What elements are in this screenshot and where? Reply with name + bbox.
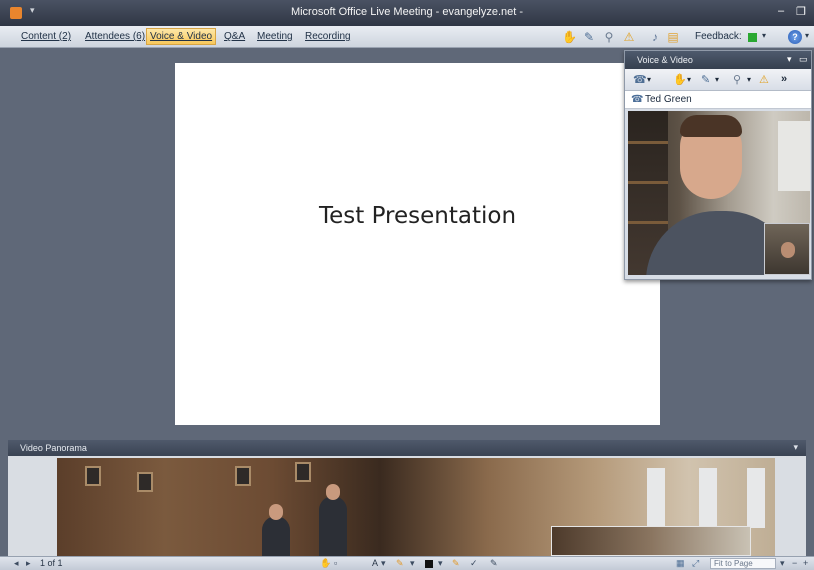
speaker-icon[interactable]: ♪ (648, 30, 662, 44)
text-tool-dropdown-icon[interactable]: ▾ (381, 558, 386, 569)
feedback-dropdown-icon[interactable]: ▾ (762, 31, 766, 40)
shape-tool-icon[interactable]: ✓ (470, 558, 478, 569)
thumbnail-view-icon[interactable]: ▦ (676, 558, 685, 569)
status-bar: ◂ ▸ 1 of 1 ✋ ▫ A ▾ ✎ ▾ ▾ ✎ ✓ ✎ ▦ ⤢ Fit t… (0, 556, 814, 570)
self-view-thumbnail[interactable] (764, 223, 810, 275)
feedback-label: Feedback: (695, 31, 742, 42)
pointer-tool-icon[interactable]: ✋ (320, 558, 331, 569)
menu-meeting[interactable]: Meeting (254, 30, 296, 43)
panorama-video-feed[interactable] (57, 458, 775, 556)
handset-icon: ☎ (631, 94, 644, 105)
video-panorama-title: Video Panorama (20, 443, 87, 453)
minimize-button[interactable]: – (778, 5, 784, 17)
menu-recording[interactable]: Recording (302, 30, 354, 43)
voice-video-panel[interactable]: Voice & Video ▾ ▭ ☎ ▾ ✋ ▾ ✎ ▾ ⚲ ▾ ⚠ » ☎ … (624, 50, 812, 280)
menu-attendees[interactable]: Attendees (6) (82, 30, 148, 43)
restore-button[interactable]: ❐ (796, 5, 806, 18)
speaker-video-feed[interactable] (628, 111, 810, 275)
full-screen-icon[interactable]: ⤢ (692, 558, 699, 569)
panel-dock-icon[interactable]: ▭ (799, 54, 808, 65)
pen-tool-dropdown-icon[interactable]: ▾ (410, 558, 415, 569)
call-control-dropdown-icon[interactable]: ▾ (647, 75, 651, 84)
warning-icon[interactable]: ⚠ (759, 73, 769, 86)
panorama-thumbnail[interactable] (551, 526, 751, 556)
panel-menu-icon[interactable]: ▾ (787, 54, 792, 65)
color-dropdown-icon[interactable]: ▾ (438, 558, 443, 569)
video-background-whiteboard (778, 121, 810, 191)
page-indicator: 1 of 1 (40, 558, 63, 568)
zoom-out-icon[interactable]: − (792, 558, 797, 568)
panorama-menu-icon[interactable]: ▾ (793, 442, 798, 453)
menu-content[interactable]: Content (2) (18, 30, 74, 43)
video-panorama-header[interactable]: Video Panorama ▾ (8, 440, 806, 456)
call-control-icon[interactable]: ☎ (633, 73, 647, 86)
notes-icon[interactable]: ▤ (666, 30, 680, 44)
warning-icon[interactable]: ⚠ (622, 30, 636, 44)
menu-voice-video[interactable]: Voice & Video (146, 28, 217, 45)
video-panorama[interactable] (8, 456, 806, 556)
pen-icon[interactable]: ✎ (701, 73, 710, 86)
highlighter-tool-icon[interactable]: ✎ (452, 558, 460, 569)
mic-icon[interactable]: ⚲ (733, 73, 741, 86)
annotation-color-swatch[interactable] (425, 560, 433, 568)
panorama-person (262, 516, 290, 556)
pen-tool-icon[interactable]: ✎ (396, 558, 404, 569)
menu-qa[interactable]: Q&A (221, 30, 248, 43)
eraser-tool-icon[interactable]: ✎ (490, 558, 498, 569)
voice-video-panel-title: Voice & Video (637, 55, 693, 65)
raise-hand-dropdown-icon[interactable]: ▾ (687, 75, 691, 84)
help-icon[interactable]: ? (788, 30, 802, 44)
zoom-in-icon[interactable]: + (803, 558, 808, 568)
voice-video-panel-header[interactable]: Voice & Video ▾ ▭ (625, 51, 811, 69)
help-dropdown-icon[interactable]: ▾ (805, 31, 809, 40)
pen-dropdown-icon[interactable]: ▾ (715, 75, 719, 84)
select-tool-icon[interactable]: ▫ (334, 558, 337, 568)
pen-icon[interactable]: ✎ (582, 30, 596, 44)
voice-video-toolbar: ☎ ▾ ✋ ▾ ✎ ▾ ⚲ ▾ ⚠ » (625, 69, 811, 91)
zoom-dropdown-icon[interactable]: ▾ (780, 558, 785, 569)
toolbar-overflow-icon[interactable]: » (781, 73, 787, 85)
presentation-slide[interactable]: Test Presentation (175, 63, 660, 425)
window-title: Microsoft Office Live Meeting - evangely… (290, 6, 524, 18)
feedback-status-icon[interactable] (748, 33, 757, 42)
prev-page-icon[interactable]: ◂ (14, 558, 19, 569)
raise-hand-icon[interactable]: ✋ (673, 73, 687, 86)
mic-icon[interactable]: ⚲ (602, 30, 616, 44)
zoom-select[interactable]: Fit to Page (710, 558, 776, 569)
active-speaker-row: ☎ Ted Green (625, 91, 811, 109)
text-tool-label[interactable]: A (372, 558, 378, 568)
next-page-icon[interactable]: ▸ (26, 558, 31, 569)
mic-dropdown-icon[interactable]: ▾ (747, 75, 751, 84)
menu-bar: Content (2) Attendees (6) Voice & Video … (0, 26, 814, 48)
raise-hand-icon[interactable]: ✋ (562, 30, 577, 44)
active-speaker-name: Ted Green (645, 94, 692, 105)
slide-title: Test Presentation (318, 203, 517, 229)
title-bar: ▾ Microsoft Office Live Meeting - evange… (0, 0, 814, 26)
panorama-person (319, 496, 347, 556)
